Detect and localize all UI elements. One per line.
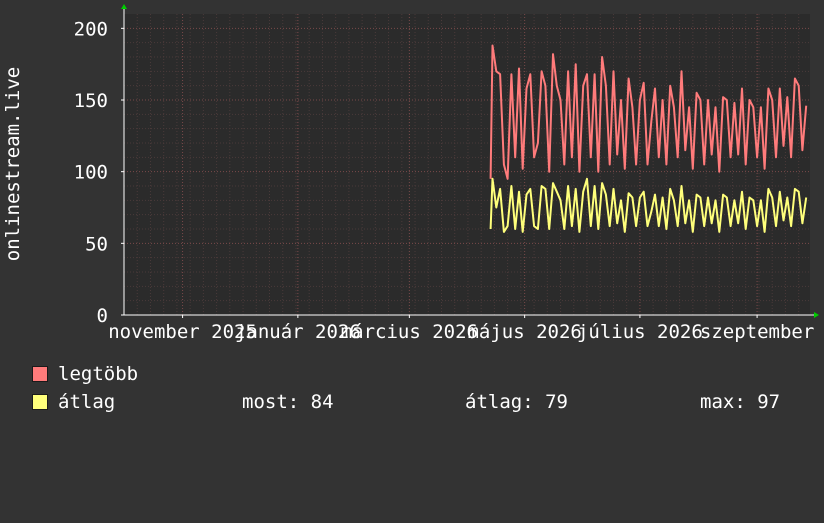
y-axis-arrow [121,4,127,9]
stat-current-label: most: [242,391,300,413]
x-tick-label: május 2026 [467,321,581,343]
legend-row-max: legtöbb [32,363,812,385]
legend-row-avg: átlag most: 84 átlag: 79 max: 97 [32,391,812,413]
stat-average: átlag: 79 [465,391,568,413]
x-tick-label: szeptember [700,321,814,343]
stat-current: most: 84 [242,391,334,413]
y-tick-label: 200 [74,18,108,40]
stat-current-value: 84 [310,391,334,413]
y-tick-label: 100 [74,162,108,184]
x-tick-label: március 2026 [341,321,478,343]
y-tick-label: 50 [85,233,108,255]
line-chart: 050100150200november 2025január 2026márc… [2,4,819,343]
stat-maximum-value: 97 [757,391,781,413]
plot-area [124,14,810,315]
x-tick-label: július 2026 [577,321,703,343]
stat-average-label: átlag: [465,391,534,413]
y-tick-label: 150 [74,90,108,112]
legend-swatch-max [32,366,48,382]
y-tick-label: 0 [97,305,108,327]
legend-label-max: legtöbb [58,363,139,385]
stat-maximum-label: max: [700,391,746,413]
legend-swatch-avg [32,394,48,410]
stat-average-value: 79 [545,391,568,413]
legend-label-avg: átlag [58,391,116,413]
x-axis-arrow [814,312,819,318]
stat-maximum: max: 97 [700,391,780,413]
y-axis-label: onlinestream.live [2,67,24,261]
